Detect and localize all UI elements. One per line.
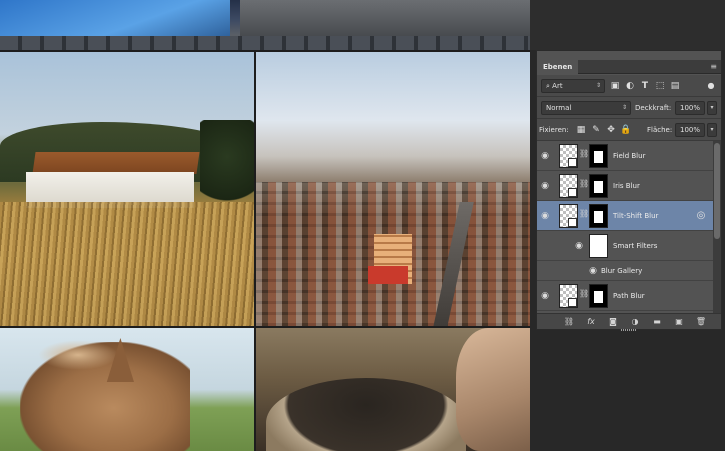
stepper-arrows-icon: ⇕ [595,82,601,89]
photo-barn-grass [0,202,254,326]
filter-row: ⌕ Art ⇕ ▣ ◐ T ⬚ ▤ ● [537,75,721,97]
photo-top-sky [0,0,230,38]
layer-name[interactable]: Field Blur [613,141,645,171]
chain-link-icon[interactable]: ⛓ [579,149,589,158]
smart-object-thumbnail[interactable] [559,144,578,168]
scrollbar-thumb[interactable] [714,143,720,239]
photo-barn-tree [200,120,254,212]
photo-pottery [256,328,530,451]
smart-object-filter-icon[interactable]: ▤ [669,80,681,92]
fill-dropdown-icon[interactable]: ▾ [707,123,717,137]
visibility-eye-icon[interactable]: ◉ [539,281,551,311]
layer-name[interactable]: Blur Gallery [601,261,642,281]
chain-link-icon[interactable]: ⛓ [579,179,589,188]
chain-link-icon[interactable]: ⛓ [579,289,589,298]
smart-object-thumbnail[interactable] [559,174,578,198]
photo-barn-roof [32,152,200,174]
smart-filter-indicator-icon[interactable]: ◎ [695,210,707,222]
fill-input[interactable]: 100% [675,123,705,137]
blend-row: Normal ⇕ Deckkraft: 100% ▾ [537,97,721,119]
layers-scrollbar[interactable] [713,141,721,313]
layer-row-path-blur[interactable]: ◉ ⛓ Path Blur [537,281,713,311]
type-filter-icon[interactable]: T [639,80,651,92]
photo-city-red-building [368,266,408,284]
lock-label: Fixieren: [539,126,569,134]
smart-object-thumbnail[interactable] [559,284,578,308]
filter-kind-select[interactable]: ⌕ Art ⇕ [541,79,605,93]
link-layers-icon[interactable]: ⛓ [563,316,575,328]
document-canvas[interactable] [0,0,530,451]
layers-panel: Ebenen ≡ ⌕ Art ⇕ ▣ ◐ T ⬚ ▤ ● Normal ⇕ De… [536,50,722,331]
new-group-icon[interactable]: ▬ [651,316,663,328]
visibility-eye-icon[interactable]: ◉ [539,171,551,201]
filter-kind-value: Art [552,82,563,90]
photo-city-tilt-shift [256,52,530,326]
layer-mask-thumbnail[interactable] [589,144,608,168]
opacity-input[interactable]: 100% [675,101,705,115]
layer-row-smart-filters[interactable]: ◉ Smart Filters [537,231,713,261]
visibility-eye-icon[interactable]: ◉ [587,261,599,281]
layer-name[interactable]: Tilt-Shift Blur [613,201,658,231]
lock-move-icon[interactable]: ✥ [605,124,617,136]
photo-barn [0,52,254,326]
layer-name[interactable]: Path Blur [613,281,645,311]
pixel-layer-filter-icon[interactable]: ▣ [609,80,621,92]
photo-pottery-pot [266,378,466,451]
tab-ebenen[interactable]: Ebenen [537,60,579,74]
filter-mask-thumbnail[interactable] [589,234,608,258]
layer-row-iris-blur[interactable]: ◉ ⛓ Iris Blur [537,171,713,201]
layers-list[interactable]: ◉ ⛓ Field Blur ◉ ⛓ Iris Blur ◉ ⛓ Tilt-Sh… [537,141,713,313]
photo-pottery-hand [456,328,530,451]
opacity-dropdown-icon[interactable]: ▾ [707,101,717,115]
layer-row-field-blur[interactable]: ◉ ⛓ Field Blur [537,141,713,171]
blend-mode-value: Normal [546,104,572,112]
layer-row-tilt-shift-blur[interactable]: ◉ ⛓ Tilt-Shift Blur ◎ [537,201,713,231]
new-fill-adjustment-icon[interactable]: ◑ [629,316,641,328]
layer-mask-thumbnail[interactable] [589,284,608,308]
layer-name[interactable]: Iris Blur [613,171,640,201]
lock-row: Fixieren: ▦ ✎ ✥ 🔒 Fläche: 100% ▾ [537,119,721,141]
filter-toggle-icon[interactable]: ● [705,80,717,92]
visibility-eye-icon[interactable]: ◉ [573,231,585,261]
panel-header: Ebenen ≡ [537,60,721,74]
blend-mode-select[interactable]: Normal ⇕ [541,101,631,115]
add-mask-icon[interactable]: ◙ [607,316,619,328]
new-layer-icon[interactable]: ▣ [673,316,685,328]
layer-row-blur-gallery[interactable]: ◉ Blur Gallery [537,261,713,281]
opacity-label: Deckkraft: [635,104,672,112]
layers-bottom-toolbar: ⛓ fx ◙ ◑ ▬ ▣ 🗑 [537,313,721,329]
photo-top-beam [240,0,530,40]
fx-icon[interactable]: fx [585,316,597,328]
layer-mask-thumbnail[interactable] [589,174,608,198]
photo-barn-building [26,152,200,208]
panel-resize-grip[interactable] [621,329,637,331]
smart-object-thumbnail[interactable] [559,204,578,228]
shape-filter-icon[interactable]: ⬚ [654,80,666,92]
layer-name[interactable]: Smart Filters [613,231,657,261]
chain-link-icon[interactable]: ⛓ [579,209,589,218]
adjustment-filter-icon[interactable]: ◐ [624,80,636,92]
photo-top-rail [0,36,530,50]
panel-dock: × » Ebenen ≡ ⌕ Art ⇕ ▣ ◐ T ⬚ ▤ ● Normal … [530,0,725,451]
lock-brush-icon[interactable]: ✎ [590,124,602,136]
fill-label: Fläche: [647,126,673,134]
panel-menu-icon[interactable]: ≡ [710,62,717,72]
dock-top-area [530,0,725,50]
delete-layer-icon[interactable]: 🗑 [695,316,707,328]
visibility-eye-icon[interactable]: ◉ [539,141,551,171]
visibility-eye-icon[interactable]: ◉ [539,201,551,231]
lock-all-icon[interactable]: 🔒 [620,124,632,136]
photo-horse-mane [38,340,118,370]
photo-top-strip [0,0,530,50]
layer-mask-thumbnail[interactable] [589,204,608,228]
stepper-arrows-icon: ⇕ [621,104,627,111]
photo-horse [0,328,254,451]
lock-transparent-icon[interactable]: ▦ [575,124,587,136]
